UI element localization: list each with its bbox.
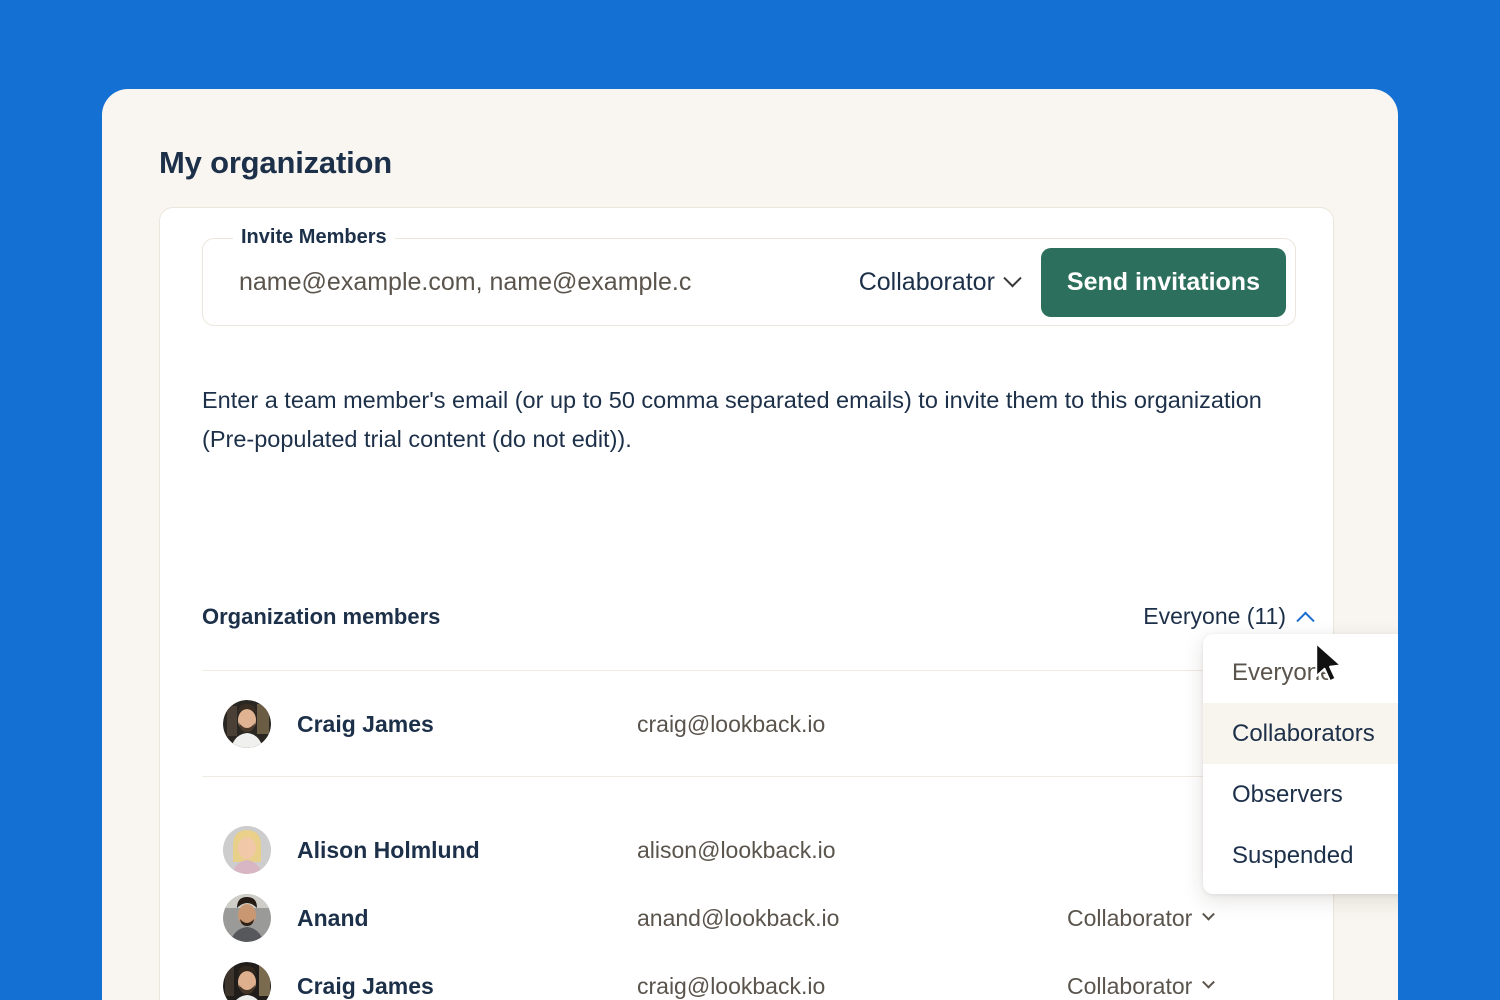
member-role-label: Collaborator — [1067, 904, 1193, 931]
filter-option-label: Observers — [1232, 780, 1343, 808]
member-name: Craig James — [297, 710, 434, 737]
chevron-down-icon — [1003, 268, 1022, 287]
table-row: Craig James craig@lookback.io — [202, 690, 1294, 758]
table-row: Alison Holmlund alison@lookback.io — [202, 816, 1294, 884]
members-filter-label: Everyone (11) — [1143, 603, 1286, 629]
organization-members-header: Organization members Everyone (11) — [202, 603, 1315, 630]
filter-option-label: Suspended — [1232, 841, 1354, 869]
invite-email-input[interactable] — [239, 267, 859, 297]
chevron-down-icon — [1202, 907, 1216, 921]
divider — [202, 776, 1294, 777]
avatar — [223, 894, 271, 942]
avatar — [223, 700, 271, 748]
filter-option-suspended[interactable]: Suspended — [1203, 825, 1398, 886]
member-name: Anand — [297, 904, 369, 931]
member-email: anand@lookback.io — [637, 904, 840, 931]
members-filter-dropdown[interactable]: Everyone (11) — [1143, 603, 1315, 630]
member-email: craig@lookback.io — [637, 710, 826, 737]
filter-option-everyone[interactable]: Everyone — [1203, 642, 1398, 703]
member-role[interactable]: Collaborator — [1067, 972, 1216, 1000]
filter-option-label: Everyone — [1232, 658, 1334, 686]
invite-row: Collaborator Send invitations — [203, 239, 1295, 325]
table-row: Anand anand@lookback.io Collaborator — [202, 884, 1294, 952]
page-title: My organization — [159, 145, 392, 180]
send-invitations-button[interactable]: Send invitations — [1040, 247, 1286, 317]
member-role[interactable]: Collaborator — [1067, 904, 1216, 932]
divider — [202, 670, 1294, 671]
chevron-down-icon — [1202, 975, 1216, 989]
avatar — [223, 962, 271, 1000]
invite-description: Enter a team member's email (or up to 50… — [202, 387, 1262, 452]
member-role-label: Collaborator — [1067, 972, 1193, 999]
invite-role-label: Collaborator — [858, 267, 995, 296]
organization-members-title: Organization members — [202, 603, 441, 629]
member-name: Alison Holmlund — [297, 836, 480, 863]
members-filter-menu: Everyone Collaborators Observers Suspend… — [1203, 634, 1398, 894]
invite-role-dropdown[interactable]: Collaborator — [858, 267, 1022, 297]
member-email: alison@lookback.io — [637, 836, 836, 863]
filter-option-observers[interactable]: Observers — [1203, 764, 1398, 825]
filter-option-collaborators[interactable]: Collaborators — [1203, 703, 1398, 764]
table-row: Craig James craig@lookback.io Collaborat… — [202, 952, 1294, 1000]
avatar — [223, 826, 271, 874]
member-email: craig@lookback.io — [637, 972, 826, 999]
invite-members-fieldset: Invite Members Collaborator Send invitat… — [202, 226, 1296, 326]
filter-option-label: Collaborators — [1232, 719, 1375, 747]
members-panel: Invite Members Collaborator Send invitat… — [159, 207, 1334, 1000]
member-name: Craig James — [297, 972, 434, 999]
organization-settings-card: My organization Invite Members Collabora… — [102, 89, 1398, 1000]
chevron-up-icon — [1296, 611, 1315, 630]
